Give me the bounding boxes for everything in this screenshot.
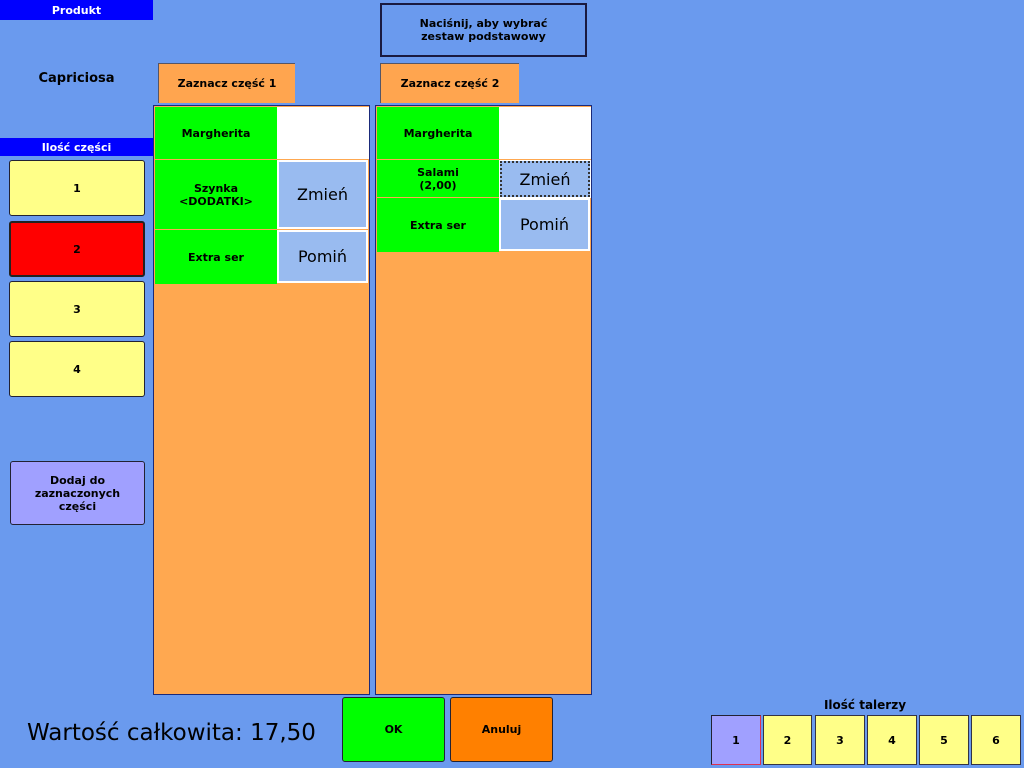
parts-header: Ilość części xyxy=(0,138,153,156)
plates-button-6[interactable]: 6 xyxy=(971,715,1021,765)
item-extra-ser[interactable]: Extra ser xyxy=(155,230,277,284)
plates-button-5[interactable]: 5 xyxy=(919,715,969,765)
parts-button-3[interactable]: 3 xyxy=(9,281,145,337)
item-extra-ser[interactable]: Extra ser xyxy=(377,198,499,252)
parts-button-1[interactable]: 1 xyxy=(9,160,145,216)
product-name: Capriciosa xyxy=(38,70,115,86)
parts-button-4[interactable]: 4 xyxy=(9,341,145,397)
parts-button-2[interactable]: 2 xyxy=(9,221,145,277)
product-header: Produkt xyxy=(0,0,153,20)
change-button[interactable]: Zmień xyxy=(499,160,591,198)
plates-button-1[interactable]: 1 xyxy=(711,715,761,765)
cancel-button[interactable]: Anuluj xyxy=(450,697,553,762)
item-szynka[interactable]: Szynka <DODATKI> xyxy=(155,160,277,229)
empty-cell xyxy=(499,107,591,159)
total-value: Wartość całkowita: 17,50 xyxy=(27,720,316,746)
add-to-selected-parts-button[interactable]: Dodaj do zaznaczonych części xyxy=(10,461,145,525)
item-margherita[interactable]: Margherita xyxy=(155,107,277,159)
empty-cell xyxy=(277,107,369,159)
tab-select-part-2[interactable]: Zaznacz część 2 xyxy=(380,63,519,103)
item-margherita[interactable]: Margherita xyxy=(377,107,499,159)
skip-button[interactable]: Pomiń xyxy=(277,230,368,283)
ok-button[interactable]: OK xyxy=(342,697,445,762)
plates-button-2[interactable]: 2 xyxy=(763,715,812,765)
plates-button-4[interactable]: 4 xyxy=(867,715,917,765)
plates-button-3[interactable]: 3 xyxy=(815,715,865,765)
item-salami[interactable]: Salami (2,00) xyxy=(377,160,499,197)
change-button[interactable]: Zmień xyxy=(277,160,368,229)
select-base-set-button[interactable]: Naciśnij, aby wybrać zestaw podstawowy xyxy=(380,3,587,57)
skip-button[interactable]: Pomiń xyxy=(499,198,590,251)
plates-label: Ilość talerzy xyxy=(823,698,907,712)
tab-select-part-1[interactable]: Zaznacz część 1 xyxy=(158,63,295,103)
